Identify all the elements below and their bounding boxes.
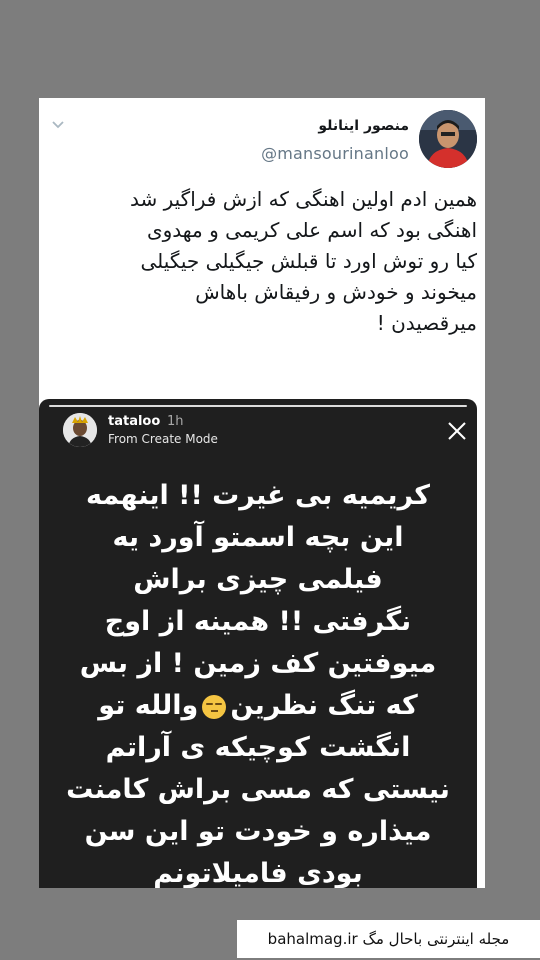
story-text-line: کریمیه بی غیرت !! اینهمه xyxy=(86,480,430,511)
tweet-text-line: میرقصیدن ! xyxy=(376,311,477,335)
story-text-line: بودی فامیلاتونم xyxy=(153,858,363,888)
story-username[interactable]: tataloo xyxy=(108,414,160,429)
close-icon[interactable] xyxy=(445,419,469,443)
story-text-segment: والله تو xyxy=(98,690,199,721)
tweet-text-line: میخوند و خودش و رفیقاش باهاش xyxy=(195,280,477,304)
tweet-text-line: کیا رو توش اورد تا قبلش جیگیلی جیگیلی xyxy=(140,249,477,273)
watermark: مجله اینترنتی باحال مگ bahalmag.ir xyxy=(237,920,540,958)
story-text-line: نگرفتی !! همینه از اوج xyxy=(104,606,412,637)
tweet-text-line: همین ادم اولین اهنگی که ازش فراگیر شد xyxy=(129,187,477,211)
tweet-text: همین ادم اولین اهنگی که ازش فراگیر شد اه… xyxy=(47,184,477,339)
story-text-line: این بچه اسمتو آورد یه xyxy=(112,522,404,553)
story-text-line-with-emoji: که تنگ نظرین والله تو xyxy=(49,685,467,727)
story-text-line: میذاره و خودت تو این سن xyxy=(84,816,432,847)
story-time: 1h xyxy=(167,414,184,429)
story-screenshot: tataloo 1h From Create Mode کریمیه بی غی… xyxy=(39,399,477,888)
avatar-image xyxy=(419,110,477,168)
chevron-down-icon[interactable] xyxy=(51,120,65,130)
story-avatar[interactable] xyxy=(63,413,97,447)
story-text-line: نیستی که مسی براش کامنت xyxy=(66,774,450,805)
author-name[interactable]: منصور اینانلو xyxy=(318,118,409,134)
author-handle[interactable]: @mansourinanloo xyxy=(261,144,409,163)
story-text-segment: که تنگ نظرین xyxy=(230,690,418,721)
tweet-header: منصور اینانلو @mansourinanloo xyxy=(39,98,485,178)
story-progress-bar xyxy=(49,405,467,407)
tweet-card: منصور اینانلو @mansourinanloo همین ادم ا… xyxy=(39,98,485,888)
story-text-line: انگشت کوچیکه ی آراتم xyxy=(105,732,411,763)
story-avatar-image xyxy=(63,413,97,447)
story-text-line: میوفتین کف زمین ! از بس xyxy=(79,648,437,679)
avatar[interactable] xyxy=(419,110,477,168)
story-text: کریمیه بی غیرت !! اینهمه این بچه اسمتو آ… xyxy=(49,475,467,888)
tweet-text-line: اهنگی بود که اسم علی کریمی و مهدوی xyxy=(146,218,477,242)
story-subtitle: From Create Mode xyxy=(108,432,218,446)
story-text-line: فیلمی چیزی براش xyxy=(133,564,383,595)
unamused-face-emoji xyxy=(202,694,227,719)
